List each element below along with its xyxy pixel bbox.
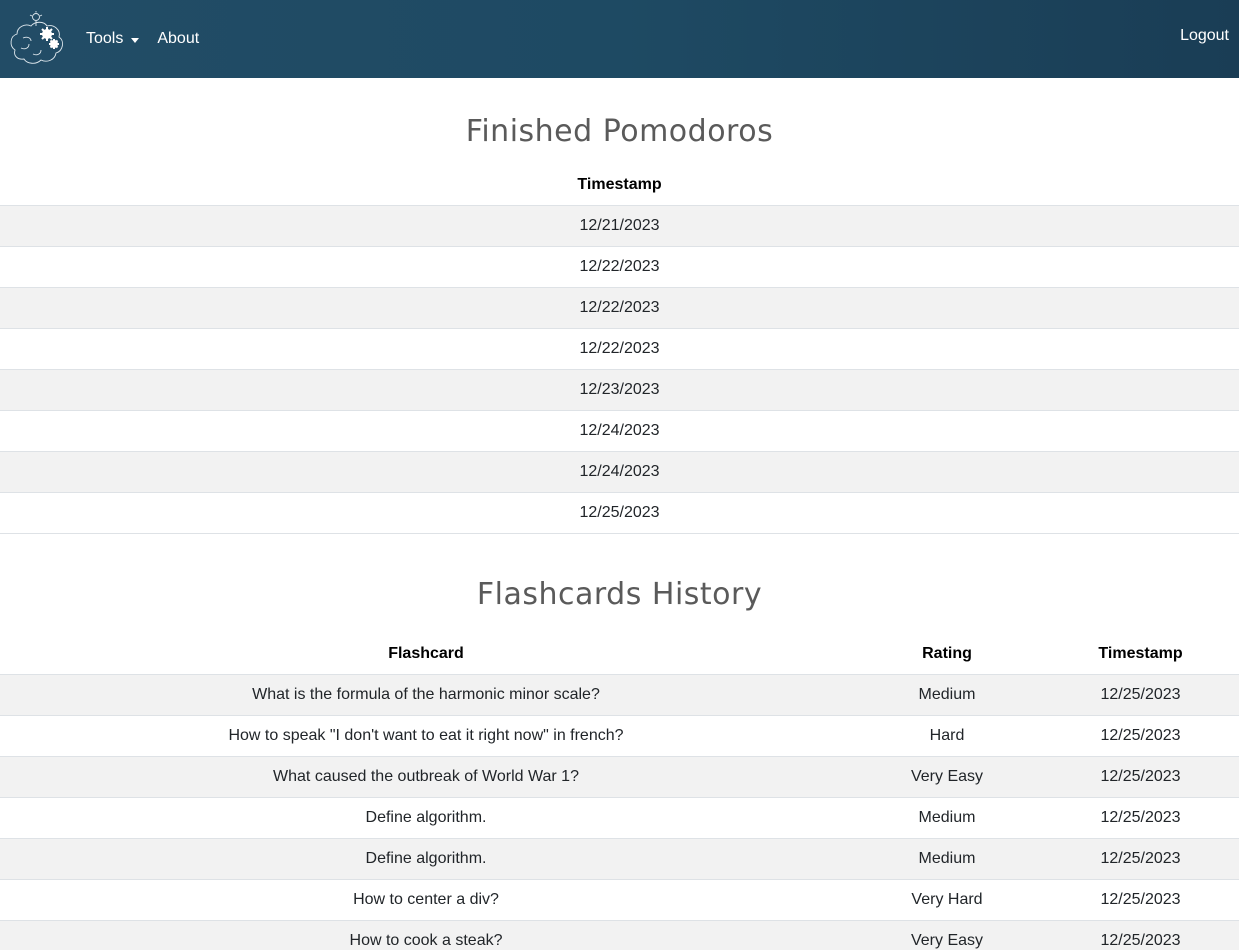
table-row: 12/21/2023 <box>0 205 1239 247</box>
timestamp-cell: 12/24/2023 <box>0 410 1239 452</box>
timestamp-cell: 12/25/2023 <box>1042 797 1239 839</box>
rating-cell: Medium <box>852 797 1042 839</box>
table-row: Define algorithm. Medium 12/25/2023 <box>0 797 1239 839</box>
pomodoros-rows: 12/21/2023 12/22/2023 12/22/2023 12/22/2… <box>0 205 1239 534</box>
table-row: 12/22/2023 <box>0 287 1239 329</box>
table-row: 12/25/2023 <box>0 492 1239 534</box>
timestamp-cell: 12/25/2023 <box>1042 756 1239 798</box>
tools-dropdown[interactable]: Tools <box>86 30 140 48</box>
timestamp-cell: 12/25/2023 <box>1042 715 1239 757</box>
flashcard-cell: What caused the outbreak of World War 1? <box>0 756 852 798</box>
table-row: 12/22/2023 <box>0 246 1239 288</box>
table-row: How to cook a steak? Very Easy 12/25/202… <box>0 920 1239 950</box>
pomodoros-title: Finished Pomodoros <box>465 114 774 149</box>
flashcard-cell: Define algorithm. <box>0 797 852 839</box>
flashcards-title: Flashcards History <box>476 577 763 612</box>
table-row: 12/23/2023 <box>0 369 1239 411</box>
timestamp-cell: 12/22/2023 <box>0 246 1239 288</box>
flashcards-table: Flashcard Rating Timestamp What is the f… <box>0 633 1239 950</box>
table-row: 12/24/2023 <box>0 451 1239 493</box>
timestamp-cell: 12/25/2023 <box>1042 920 1239 950</box>
timestamp-header: Timestamp <box>1098 645 1183 662</box>
timestamp-cell: 12/22/2023 <box>0 328 1239 370</box>
timestamp-cell: 12/24/2023 <box>0 451 1239 493</box>
rating-header: Rating <box>922 645 972 662</box>
caret-down-icon <box>131 37 140 43</box>
flashcard-cell: How to center a div? <box>0 879 852 921</box>
brain-gears-icon <box>10 11 63 64</box>
flashcard-header: Flashcard <box>388 645 464 662</box>
rating-cell: Medium <box>852 674 1042 716</box>
pomodoros-table: Timestamp 12/21/2023 12/22/2023 12/22/20… <box>0 164 1239 534</box>
table-row: 12/22/2023 <box>0 328 1239 370</box>
table-header-row: Timestamp <box>0 164 1239 206</box>
table-row: Define algorithm. Medium 12/25/2023 <box>0 838 1239 880</box>
timestamp-cell: 12/22/2023 <box>0 287 1239 329</box>
flashcard-cell: What is the formula of the harmonic mino… <box>0 674 852 716</box>
top-navbar: Tools About Logout <box>0 0 1239 78</box>
flashcards-rows: What is the formula of the harmonic mino… <box>0 674 1239 950</box>
timestamp-header: Timestamp <box>577 176 662 193</box>
table-header-row: Flashcard Rating Timestamp <box>0 633 1239 675</box>
rating-cell: Very Easy <box>852 756 1042 798</box>
nav-links: Tools About <box>86 30 217 48</box>
table-row: What caused the outbreak of World War 1?… <box>0 756 1239 798</box>
table-row: What is the formula of the harmonic mino… <box>0 674 1239 716</box>
flashcard-cell: How to cook a steak? <box>0 920 852 950</box>
brand-logo[interactable] <box>4 7 70 71</box>
timestamp-cell: 12/25/2023 <box>1042 879 1239 921</box>
tools-label: Tools <box>86 30 124 47</box>
timestamp-cell: 12/25/2023 <box>1042 838 1239 880</box>
flashcard-cell: How to speak "I don't want to eat it rig… <box>0 715 852 757</box>
rating-cell: Very Easy <box>852 920 1042 950</box>
timestamp-cell: 12/23/2023 <box>0 369 1239 411</box>
rating-cell: Very Hard <box>852 879 1042 921</box>
table-row: How to speak "I don't want to eat it rig… <box>0 715 1239 757</box>
timestamp-cell: 12/25/2023 <box>1042 674 1239 716</box>
rating-cell: Hard <box>852 715 1042 757</box>
timestamp-cell: 12/25/2023 <box>0 492 1239 534</box>
table-row: How to center a div? Very Hard 12/25/202… <box>0 879 1239 921</box>
about-label: About <box>157 30 200 47</box>
flashcard-cell: Define algorithm. <box>0 838 852 880</box>
about-link[interactable]: About <box>157 30 199 48</box>
table-row: 12/24/2023 <box>0 410 1239 452</box>
logout-link[interactable]: Logout <box>1180 27 1229 45</box>
rating-cell: Medium <box>852 838 1042 880</box>
timestamp-cell: 12/21/2023 <box>0 205 1239 247</box>
